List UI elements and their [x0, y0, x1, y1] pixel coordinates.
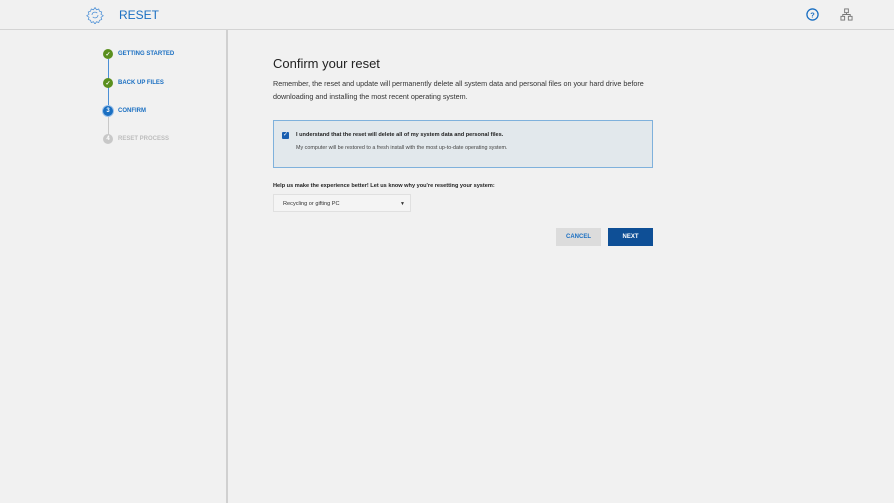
step-number-icon: 3 [103, 106, 113, 116]
description: Remember, the reset and update will perm… [273, 79, 644, 101]
help-icon[interactable]: ? [806, 8, 819, 21]
header: RESET ? [0, 0, 894, 30]
step-label: BACK UP FILES [118, 80, 164, 86]
step-reset-process: 4 RESET PROCESS [103, 134, 169, 144]
reason-label: Help us make the experience better! Let … [273, 183, 495, 189]
confirm-label: I understand that the reset will delete … [296, 132, 504, 138]
confirm-checkbox[interactable]: ✓ [282, 132, 289, 139]
step-number-icon: 4 [103, 134, 113, 144]
step-label: CONFIRM [118, 108, 146, 114]
check-icon: ✓ [103, 78, 113, 88]
step-label: GETTING STARTED [118, 51, 175, 57]
step-getting-started: ✓ GETTING STARTED [103, 49, 174, 59]
reason-select[interactable]: Recycling or gifting PC ▼ [273, 194, 411, 212]
step-back-up-files: ✓ BACK UP FILES [103, 78, 164, 88]
app-title: RESET [119, 8, 160, 22]
next-button[interactable]: NEXT [608, 228, 653, 246]
step-label: RESET PROCESS [118, 136, 170, 142]
steps-sidebar [0, 30, 228, 503]
svg-text:?: ? [810, 10, 815, 19]
page-title: Confirm your reset [273, 56, 380, 71]
step-confirm: 3 CONFIRM [103, 106, 146, 116]
gear-icon [86, 6, 104, 24]
main-content: Confirm your reset Remember, the reset a… [273, 56, 653, 103]
confirm-box: ✓ I understand that the reset will delet… [273, 120, 653, 168]
check-icon: ✓ [103, 49, 113, 59]
reason-value: Recycling or gifting PC [283, 201, 340, 207]
network-icon[interactable] [840, 8, 853, 21]
confirm-sublabel: My computer will be restored to a fresh … [296, 145, 508, 151]
cancel-button[interactable]: CANCEL [556, 228, 601, 246]
caret-down-icon: ▼ [400, 201, 405, 207]
